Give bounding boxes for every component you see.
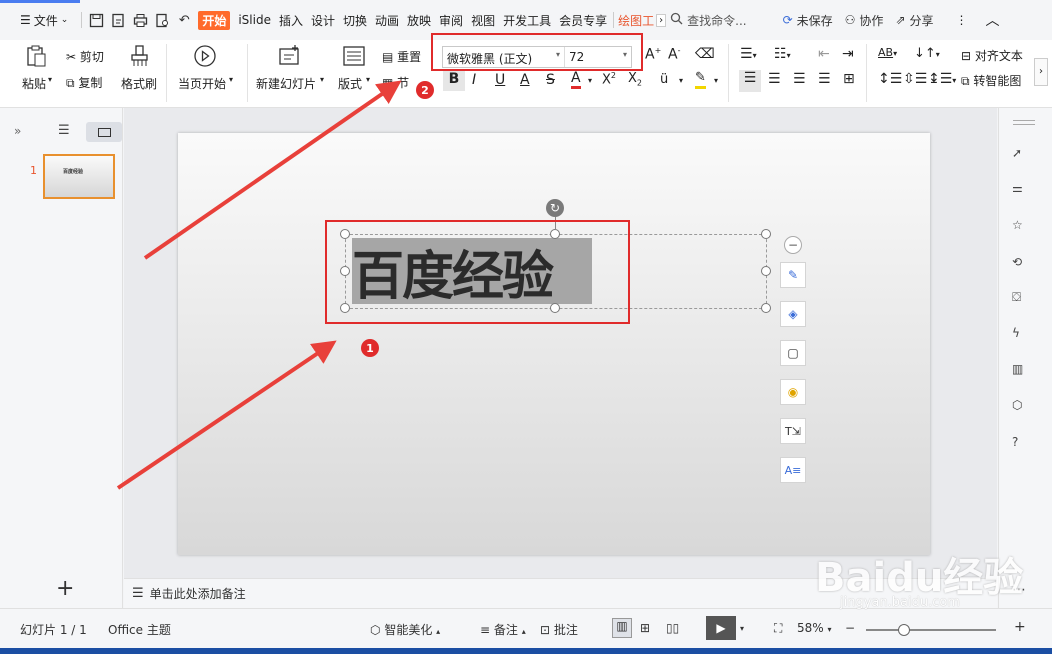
zoom-select[interactable]: 58% ▾ [797, 621, 832, 635]
normal-view-icon[interactable]: ▥ [612, 618, 632, 638]
zoom-in-icon[interactable]: + [1014, 619, 1026, 635]
zoom-out-icon[interactable]: − [845, 621, 855, 635]
magic-star-icon[interactable]: ☆ [1012, 218, 1030, 236]
rocket-icon[interactable]: ➚ [1012, 146, 1030, 164]
chevron-down-icon: ▾ [827, 625, 832, 634]
notes-toggle-button[interactable]: ≡ 备注 ▴ [480, 621, 526, 638]
fit-window-icon[interactable]: ⛶ [774, 621, 782, 636]
book-icon[interactable]: ▥ [1012, 362, 1030, 380]
status-bar: 幻灯片 1 / 1 Office 主题 ⬡ 智能美化 ▴ ≡ 备注 ▴ ⊡ 批注… [0, 608, 1052, 648]
chevron-up-icon: ▴ [521, 627, 526, 636]
notes-icon: ≡ [480, 623, 491, 637]
notes-icon: ☰ [132, 586, 144, 601]
windows-taskbar [0, 648, 1052, 654]
notes-placeholder: 单击此处添加备注 [149, 587, 246, 601]
slide-sorter-icon[interactable]: ⊞ [640, 621, 650, 635]
reading-view-icon[interactable]: ▯▯ [666, 621, 679, 635]
slide-counter: 幻灯片 1 / 1 [20, 623, 87, 637]
adjust-icon[interactable]: ⚌ [1012, 181, 1030, 199]
cube-icon[interactable]: ⬡ [1012, 398, 1030, 416]
watermark-url: jingyan.baidu.com [840, 595, 960, 610]
zoom-slider[interactable] [866, 624, 996, 636]
zoom-slider-thumb[interactable] [898, 624, 910, 636]
arrow-to-textbox [116, 340, 337, 490]
slideshow-play-button[interactable]: ▶ [706, 616, 736, 640]
template-icon[interactable]: ⛋ [1012, 290, 1030, 308]
lightning-icon[interactable]: ϟ [1012, 326, 1030, 344]
cube-icon: ⬡ [370, 623, 381, 637]
transition-icon[interactable]: ⟲ [1012, 255, 1030, 273]
smart-beautify-button[interactable]: ⬡ 智能美化 ▴ [370, 621, 440, 638]
chevron-down-icon[interactable]: ▾ [740, 624, 744, 633]
right-task-pane: ➚ ⚌ ☆ ⟲ ⛋ ϟ ▥ ⬡ ? ⋯ [998, 108, 1052, 608]
pane-grip-icon [1013, 120, 1035, 125]
help-icon[interactable]: ? [1012, 435, 1030, 453]
comments-button[interactable]: ⊡ 批注 [540, 621, 578, 638]
arrow-to-font-size [143, 80, 402, 260]
chevron-up-icon: ▴ [436, 627, 441, 636]
comment-icon: ⊡ [540, 623, 551, 637]
theme-name[interactable]: Office 主题 [108, 621, 171, 638]
